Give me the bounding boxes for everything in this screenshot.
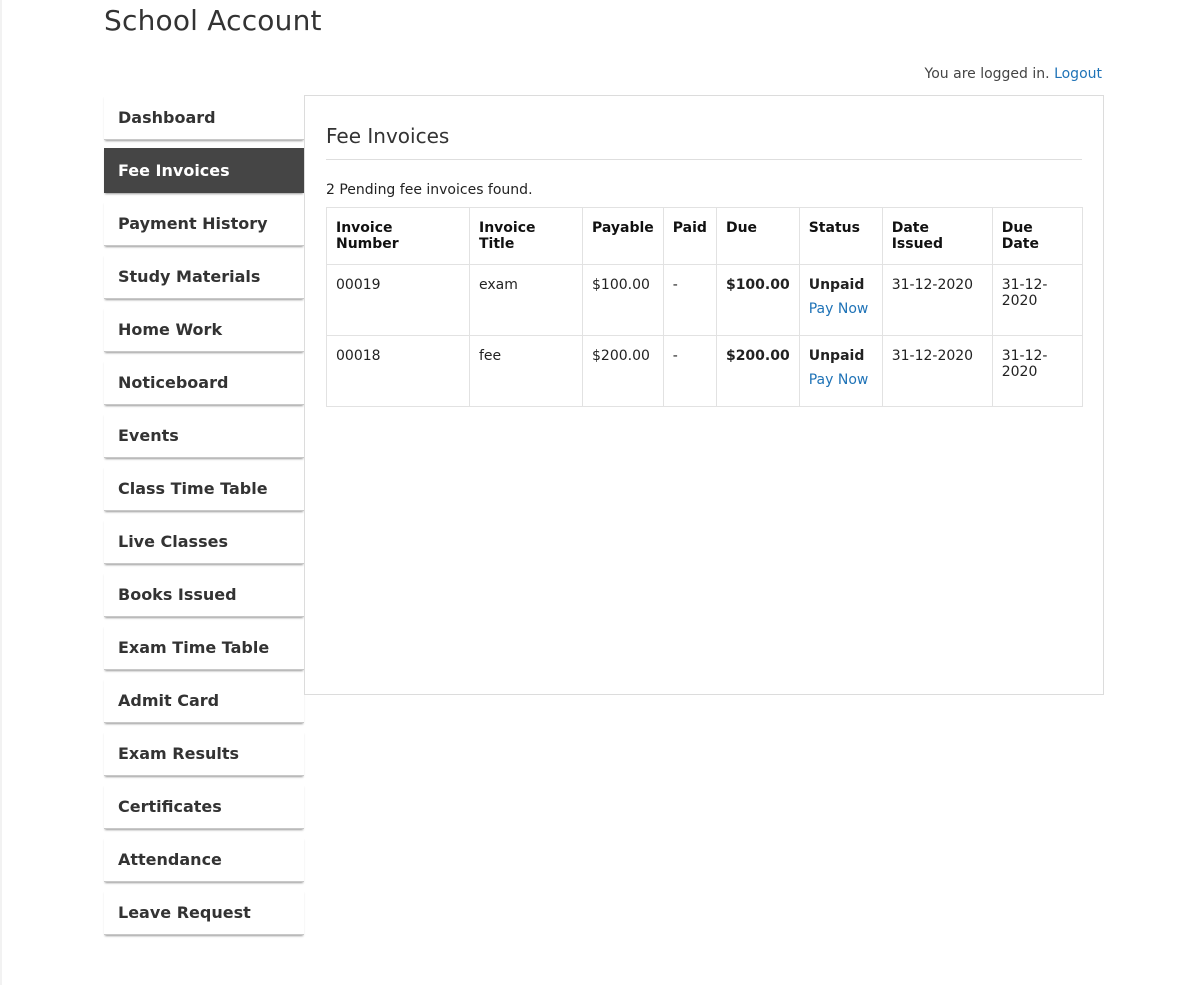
sidebar-item-live-classes[interactable]: Live Classes — [104, 519, 304, 564]
sidebar-item-home-work[interactable]: Home Work — [104, 307, 304, 352]
login-status: You are logged in. Logout — [925, 66, 1102, 82]
table-header-row: Invoice Number Invoice Title Payable Pai… — [326, 207, 1084, 265]
column-header-status: Status — [798, 207, 883, 265]
page-title: Fee Invoices — [326, 124, 450, 148]
title-divider — [326, 159, 1082, 160]
login-status-text: You are logged in. — [924, 66, 1050, 82]
invoices-table: Invoice Number Invoice Title Payable Pai… — [326, 207, 1084, 407]
pay-now-link[interactable]: Pay Now — [809, 301, 873, 317]
column-header-due: Due — [715, 207, 800, 265]
invoice-title-cell: exam — [469, 264, 583, 336]
sidebar-nav: Dashboard Fee Invoices Payment History S… — [104, 95, 304, 943]
invoice-number-cell: 00018 — [326, 335, 470, 407]
sidebar-item-dashboard[interactable]: Dashboard — [104, 95, 304, 140]
column-header-due-date: Due Date — [991, 207, 1084, 265]
column-header-payable: Payable — [582, 207, 664, 265]
sidebar-item-exam-results[interactable]: Exam Results — [104, 731, 304, 776]
column-header-paid: Paid — [662, 207, 717, 265]
date-issued-cell: 31-12-2020 — [881, 264, 993, 336]
sidebar-item-books-issued[interactable]: Books Issued — [104, 572, 304, 617]
logout-link[interactable]: Logout — [1054, 66, 1102, 82]
payable-cell: $200.00 — [582, 335, 664, 407]
status-cell: Unpaid Pay Now — [798, 335, 883, 407]
due-date-cell: 31-12-2020 — [991, 264, 1084, 336]
sidebar-item-leave-request[interactable]: Leave Request — [104, 890, 304, 935]
paid-cell: - — [662, 264, 717, 336]
status-badge: Unpaid — [808, 277, 865, 293]
sidebar-item-noticeboard[interactable]: Noticeboard — [104, 360, 304, 405]
sidebar-item-class-time-table[interactable]: Class Time Table — [104, 466, 304, 511]
paid-cell: - — [662, 335, 717, 407]
column-header-invoice-number: Invoice Number — [326, 207, 470, 265]
content-panel: Fee Invoices 2 Pending fee invoices foun… — [304, 95, 1104, 695]
invoice-number-cell: 00019 — [326, 264, 470, 336]
due-cell: $100.00 — [715, 264, 800, 336]
sidebar-item-fee-invoices[interactable]: Fee Invoices — [104, 148, 304, 193]
column-header-invoice-title: Invoice Title — [469, 207, 583, 265]
site-title: School Account — [104, 4, 322, 37]
payable-cell: $100.00 — [582, 264, 664, 336]
sidebar-item-exam-time-table[interactable]: Exam Time Table — [104, 625, 304, 670]
sidebar-item-certificates[interactable]: Certificates — [104, 784, 304, 829]
sidebar-item-admit-card[interactable]: Admit Card — [104, 678, 304, 723]
sidebar-item-events[interactable]: Events — [104, 413, 304, 458]
pay-now-link[interactable]: Pay Now — [809, 372, 873, 388]
status-cell: Unpaid Pay Now — [798, 264, 883, 336]
status-badge: Unpaid — [808, 348, 865, 364]
invoice-title-cell: fee — [469, 335, 583, 407]
sidebar-item-study-materials[interactable]: Study Materials — [104, 254, 304, 299]
column-header-date-issued: Date Issued — [881, 207, 993, 265]
table-row: 00018 fee $200.00 - $200.00 Unpaid Pay N… — [326, 335, 1084, 407]
due-date-cell: 31-12-2020 — [991, 335, 1084, 407]
table-row: 00019 exam $100.00 - $100.00 Unpaid Pay … — [326, 264, 1084, 336]
results-count-text: 2 Pending fee invoices found. — [326, 182, 533, 198]
date-issued-cell: 31-12-2020 — [881, 335, 993, 407]
sidebar-item-attendance[interactable]: Attendance — [104, 837, 304, 882]
due-cell: $200.00 — [715, 335, 800, 407]
sidebar-item-payment-history[interactable]: Payment History — [104, 201, 304, 246]
